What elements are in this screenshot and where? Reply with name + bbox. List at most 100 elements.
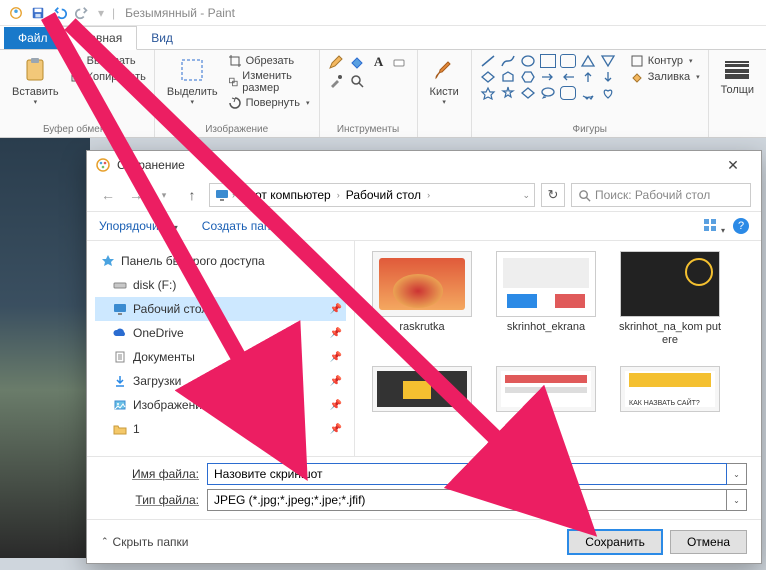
documents-icon [113, 350, 127, 364]
pictures-icon [113, 398, 127, 412]
zoom-icon[interactable] [349, 73, 365, 89]
dialog-actions: ⌃Скрыть папки Сохранить Отмена [87, 519, 761, 563]
file-thumbnail[interactable] [493, 366, 599, 412]
pencil-icon[interactable] [328, 54, 344, 70]
search-input[interactable]: Поиск: Рабочий стол [571, 183, 751, 207]
undo-icon[interactable] [50, 3, 70, 23]
tree-item[interactable]: Документы📌 [95, 345, 346, 369]
pin-icon: 📌 [330, 280, 342, 291]
crop-button[interactable]: Обрезать [228, 54, 311, 68]
downloads-icon [113, 374, 127, 388]
pin-icon: 📌 [330, 304, 342, 315]
brushes-button[interactable]: Кисти ▾ [426, 54, 463, 108]
ribbon-tabs: Файл Главная Вид [0, 26, 766, 50]
nav-tree[interactable]: Панель быстрого доступа disk (F:)📌 Рабоч… [87, 241, 355, 456]
tree-quick-access[interactable]: Панель быстрого доступа [95, 249, 346, 273]
filetype-label: Тип файла: [101, 493, 207, 507]
filename-label: Имя файла: [101, 467, 207, 481]
shape-outline-button[interactable]: Контур▾ [630, 54, 700, 68]
address-dropdown-icon[interactable]: ⌄ [522, 190, 530, 201]
thickness-icon [723, 56, 751, 84]
pin-icon: 📌 [330, 424, 342, 435]
qat-paint-icon [6, 3, 26, 23]
cancel-button[interactable]: Отмена [670, 530, 747, 554]
file-thumbnail[interactable]: skrinhot_na_kom putere [617, 251, 723, 346]
filetype-dropdown-button[interactable]: ⌄ [727, 489, 747, 511]
picker-icon[interactable] [328, 73, 344, 89]
tab-file[interactable]: Файл [4, 27, 62, 49]
rotate-button[interactable]: Повернуть▾ [228, 96, 311, 110]
search-icon [578, 189, 591, 202]
tool-grid[interactable]: A [328, 54, 409, 89]
shape-fill-button[interactable]: Заливка▾ [630, 70, 700, 84]
file-thumbnail[interactable]: raskrutka [369, 251, 475, 346]
tree-item[interactable]: Рабочий стол📌 [95, 297, 346, 321]
redo-icon[interactable] [72, 3, 92, 23]
drive-icon [113, 278, 127, 292]
save-dialog: Сохранение ✕ ← → ▾ ↑ › Этот компьютер › … [86, 150, 762, 564]
cut-button[interactable]: Вырезать [69, 54, 146, 68]
tree-item[interactable]: disk (F:)📌 [95, 273, 346, 297]
eraser-icon[interactable] [391, 54, 407, 70]
shape-gallery[interactable] [480, 54, 618, 100]
help-icon[interactable]: ? [733, 218, 749, 234]
address-bar[interactable]: › Этот компьютер › Рабочий стол › ⌄ [209, 183, 535, 207]
tree-item[interactable]: Изображения📌 [95, 393, 346, 417]
organize-button[interactable]: Упорядочить ▾ [99, 219, 178, 233]
ribbon-group-tools: A Инструменты [320, 50, 418, 137]
nav-up-button[interactable]: ↑ [181, 184, 203, 206]
monitor-icon [214, 187, 230, 203]
star-icon [101, 254, 115, 268]
refresh-button[interactable]: ↻ [541, 183, 565, 207]
pin-icon: 📌 [330, 352, 342, 363]
file-thumbnail[interactable] [369, 366, 475, 412]
filename-input[interactable] [207, 463, 727, 485]
window-title: Безымянный - Paint [125, 6, 235, 20]
pin-icon: 📌 [330, 376, 342, 387]
dialog-address-row: ← → ▾ ↑ › Этот компьютер › Рабочий стол … [87, 179, 761, 211]
paint-app-icon [95, 157, 111, 173]
file-thumbnail[interactable]: skrinhot_ekrana [493, 251, 599, 346]
title-bar: ▾ | Безымянный - Paint [0, 0, 766, 26]
ribbon-group-shapes: Контур▾ Заливка▾ Фигуры [472, 50, 709, 137]
text-icon[interactable]: A [370, 54, 388, 70]
dialog-title: Сохранение [117, 158, 185, 172]
new-folder-button[interactable]: Создать папку [202, 219, 282, 233]
select-button[interactable]: Выделить ▾ [163, 54, 222, 108]
tree-item[interactable]: 1📌 [95, 417, 346, 441]
ribbon-group-image: Выделить ▾ Обрезать Изменить размер Пове… [155, 50, 320, 137]
dialog-titlebar: Сохранение ✕ [87, 151, 761, 179]
filename-dropdown-button[interactable]: ⌄ [727, 463, 747, 485]
thickness-button[interactable]: Толщи [717, 54, 758, 98]
desktop-icon [113, 302, 127, 316]
nav-recent-button[interactable]: ▾ [153, 184, 175, 206]
ribbon-group-thickness: Толщи [709, 50, 766, 137]
hide-folders-toggle[interactable]: ⌃Скрыть папки [101, 535, 188, 549]
tab-view[interactable]: Вид [137, 27, 187, 49]
filetype-select[interactable] [207, 489, 727, 511]
nav-forward-button[interactable]: → [125, 184, 147, 206]
resize-button[interactable]: Изменить размер [228, 70, 311, 94]
view-mode-button[interactable]: ▾ [702, 217, 725, 236]
onedrive-icon [113, 326, 127, 340]
ribbon: Вставить ▾ Вырезать Копировать Буфер обм… [0, 50, 766, 138]
ribbon-group-brushes: Кисти ▾ [418, 50, 472, 137]
dialog-fields: Имя файла: ⌄ Тип файла: ⌄ [87, 456, 761, 519]
tree-item[interactable]: OneDrive📌 [95, 321, 346, 345]
save-button[interactable]: Сохранить [568, 530, 662, 554]
paste-button[interactable]: Вставить ▾ [8, 54, 63, 108]
tab-home[interactable]: Главная [62, 26, 138, 50]
tree-item[interactable]: Загрузки📌 [95, 369, 346, 393]
fill-icon[interactable] [349, 54, 365, 70]
file-thumbnail[interactable]: КАК НАЗВАТЬ САЙТ? [617, 366, 723, 412]
save-icon[interactable] [28, 3, 48, 23]
copy-button[interactable]: Копировать [69, 70, 146, 84]
pin-icon: 📌 [330, 328, 342, 339]
pin-icon: 📌 [330, 400, 342, 411]
nav-back-button[interactable]: ← [97, 184, 119, 206]
folder-icon [113, 422, 127, 436]
canvas-image [0, 138, 90, 558]
file-pane[interactable]: raskrutka skrinhot_ekrana skrinhot_na_ko… [355, 241, 761, 456]
dialog-close-button[interactable]: ✕ [713, 151, 753, 179]
ribbon-group-clipboard: Вставить ▾ Вырезать Копировать Буфер обм… [0, 50, 155, 137]
